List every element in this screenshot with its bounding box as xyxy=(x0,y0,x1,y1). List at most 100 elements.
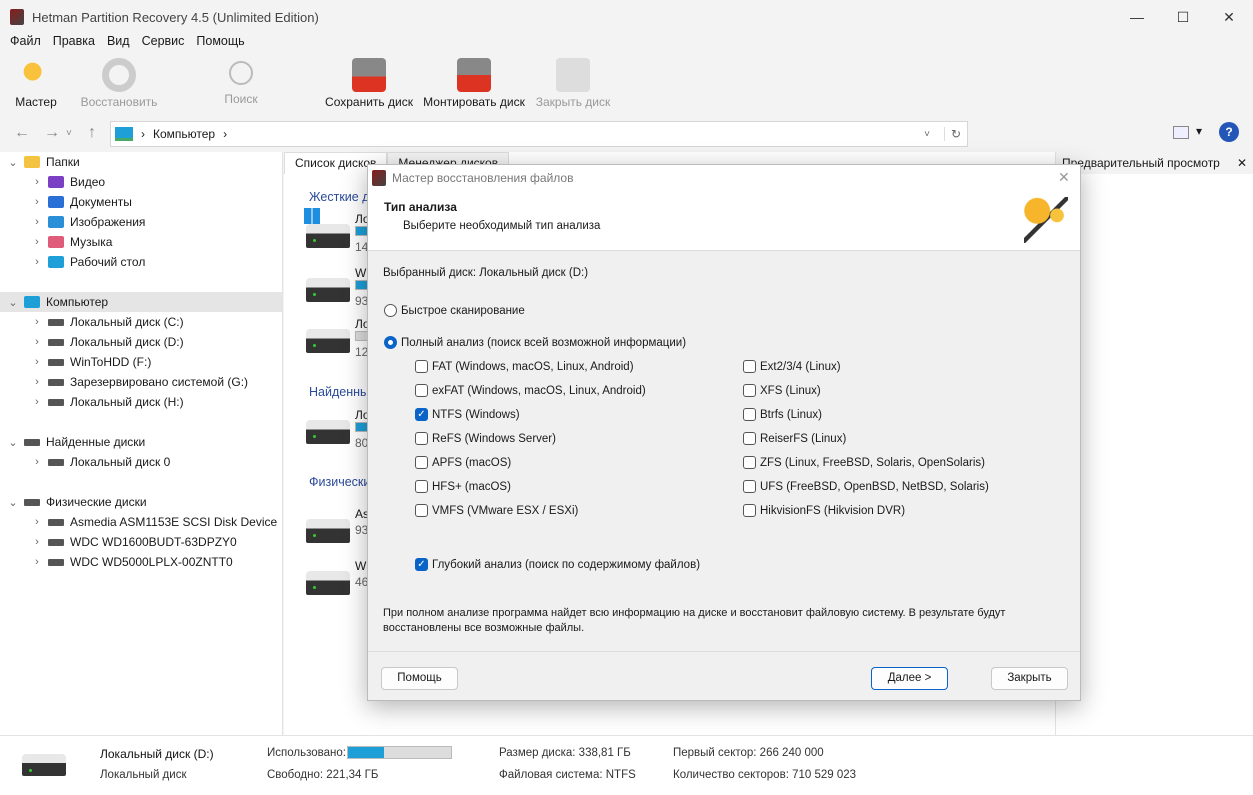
mount-disk-button[interactable]: Монтировать диск xyxy=(420,55,528,113)
filesystem-label: ZFS (Linux, FreeBSD, Solaris, OpenSolari… xyxy=(760,456,985,469)
chevron-right-icon[interactable]: › xyxy=(32,516,42,528)
tree-item-label: Локальный диск (C:) xyxy=(70,315,184,329)
next-button[interactable]: Далее > xyxy=(871,667,948,690)
filesystem-checkbox[interactable]: HFS+ (macOS) xyxy=(415,480,511,493)
chevron-right-icon[interactable]: › xyxy=(32,376,42,388)
minimize-button[interactable]: — xyxy=(1114,4,1160,30)
window-title: Hetman Partition Recovery 4.5 (Unlimited… xyxy=(32,10,319,25)
status-disk-type: Локальный диск xyxy=(100,769,187,781)
tree-item[interactable]: › Asmedia ASM1153E SCSI Disk Device xyxy=(0,512,283,532)
tree-item[interactable]: › Музыка xyxy=(0,232,283,252)
up-button[interactable]: ↑ xyxy=(88,124,96,142)
help-icon[interactable]: ? xyxy=(1219,122,1239,142)
help-button[interactable]: Помощь xyxy=(381,667,458,690)
history-dropdown[interactable]: ˅ xyxy=(66,128,72,139)
menu-help[interactable]: Помощь xyxy=(196,34,244,52)
view-mode-icon[interactable] xyxy=(1173,126,1189,139)
chevron-right-icon[interactable]: › xyxy=(32,536,42,548)
filesystem-checkbox[interactable]: Btrfs (Linux) xyxy=(743,408,822,421)
close-dialog-button[interactable]: Закрыть xyxy=(991,667,1068,690)
hdd-icon xyxy=(306,278,350,302)
tree-item[interactable]: › WDC WD5000LPLX-00ZNTT0 xyxy=(0,552,283,572)
deep-analysis-checkbox[interactable]: ✓ Глубокий анализ (поиск по содержимому ф… xyxy=(415,558,700,571)
tree-item[interactable]: › Локальный диск 0 xyxy=(0,452,283,472)
tree-group-physical[interactable]: ⌄ Физические диски xyxy=(0,492,283,512)
save-disk-button[interactable]: Сохранить диск xyxy=(322,55,416,113)
menu-view[interactable]: Вид xyxy=(107,34,130,52)
tree-item[interactable]: › WDC WD1600BUDT-63DPZY0 xyxy=(0,532,283,552)
view-mode-dropdown[interactable]: ▾ xyxy=(1196,124,1202,138)
disk-size: Размер диска: 338,81 ГБ xyxy=(499,747,631,759)
chevron-down-icon[interactable]: ⌄ xyxy=(8,296,18,309)
tree-item-label: Локальный диск (D:) xyxy=(70,335,184,349)
tree-item[interactable]: › Изображения xyxy=(0,212,283,232)
restore-button[interactable]: Восстановить xyxy=(78,55,160,113)
filesystem-checkbox[interactable]: HikvisionFS (Hikvision DVR) xyxy=(743,504,905,517)
filesystem-checkbox[interactable]: exFAT (Windows, macOS, Linux, Android) xyxy=(415,384,646,397)
chevron-right-icon[interactable]: › xyxy=(32,316,42,328)
quick-scan-radio[interactable]: Быстрое сканирование xyxy=(384,304,525,317)
search-button[interactable]: Поиск xyxy=(216,55,266,113)
chevron-right-icon[interactable]: › xyxy=(32,356,42,368)
tree-item[interactable]: › Рабочий стол xyxy=(0,252,283,272)
tree-item-label: WinToHDD (F:) xyxy=(70,355,152,369)
tree-group-computer[interactable]: ⌄ Компьютер xyxy=(0,292,283,312)
chevron-right-icon[interactable]: › xyxy=(32,176,42,188)
drive-icon xyxy=(48,398,64,406)
breadcrumb-computer[interactable]: Компьютер xyxy=(153,127,215,141)
maximize-button[interactable]: ☐ xyxy=(1160,4,1206,30)
address-dropdown[interactable]: ˅ xyxy=(918,129,936,140)
full-analysis-radio[interactable]: Полный анализ (поиск всей возможной инфо… xyxy=(384,336,686,349)
tree-group-folders[interactable]: ⌄ Папки xyxy=(0,152,283,172)
wizard-button[interactable]: Мастер xyxy=(10,55,62,113)
filesystem-checkbox[interactable]: FAT (Windows, macOS, Linux, Android) xyxy=(415,360,634,373)
filesystem-checkbox[interactable]: ZFS (Linux, FreeBSD, Solaris, OpenSolari… xyxy=(743,456,985,469)
filesystem-checkbox[interactable]: VMFS (VMware ESX / ESXi) xyxy=(415,504,578,517)
chevron-right-icon[interactable]: › xyxy=(32,256,42,268)
dialog-close-button[interactable]: ✕ xyxy=(1058,169,1070,186)
filesystem-checkbox[interactable]: Ext2/3/4 (Linux) xyxy=(743,360,841,373)
forward-button[interactable]: → xyxy=(44,124,60,142)
tree-item[interactable]: › WinToHDD (F:) xyxy=(0,352,283,372)
filesystem-checkbox[interactable]: XFS (Linux) xyxy=(743,384,821,397)
chevron-down-icon[interactable]: ⌄ xyxy=(8,496,18,509)
tree-item[interactable]: › Локальный диск (H:) xyxy=(0,392,283,412)
menu-service[interactable]: Сервис xyxy=(142,34,185,52)
filesystem-checkbox[interactable]: ReiserFS (Linux) xyxy=(743,432,846,445)
tree-item[interactable]: › Локальный диск (D:) xyxy=(0,332,283,352)
chevron-right-icon[interactable]: › xyxy=(32,196,42,208)
menu-bar: Файл Правка Вид Сервис Помощь xyxy=(0,34,245,52)
tree-item[interactable]: › Локальный диск (C:) xyxy=(0,312,283,332)
filesystem-checkbox[interactable]: UFS (FreeBSD, OpenBSD, NetBSD, Solaris) xyxy=(743,480,989,493)
first-sector: Первый сектор: 266 240 000 xyxy=(673,747,824,759)
chevron-right-icon[interactable]: › xyxy=(32,336,42,348)
status-bar: Локальный диск (D:) Локальный диск Испол… xyxy=(0,735,1253,795)
chevron-down-icon[interactable]: ⌄ xyxy=(8,436,18,449)
tree-item[interactable]: › Документы xyxy=(0,192,283,212)
dialog-title: Мастер восстановления файлов xyxy=(392,171,574,185)
chevron-down-icon[interactable]: ⌄ xyxy=(8,156,18,169)
tree-item[interactable]: › Зарезервировано системой (G:) xyxy=(0,372,283,392)
restore-label: Восстановить xyxy=(80,95,158,109)
close-disk-button[interactable]: Закрыть диск xyxy=(534,55,612,113)
chevron-right-icon[interactable]: › xyxy=(32,456,42,468)
address-input[interactable]: › Компьютер › ˅ ↻ xyxy=(110,121,968,147)
back-button[interactable]: ← xyxy=(14,124,30,142)
chevron-right-icon[interactable]: › xyxy=(32,396,42,408)
chevron-right-icon[interactable]: › xyxy=(32,236,42,248)
folder-icon xyxy=(48,196,64,208)
close-button[interactable]: ✕ xyxy=(1206,4,1252,30)
tree-item[interactable]: › Видео xyxy=(0,172,283,192)
filesystem-checkbox[interactable]: APFS (macOS) xyxy=(415,456,511,469)
menu-file[interactable]: Файл xyxy=(10,34,41,52)
chevron-right-icon[interactable]: › xyxy=(32,216,42,228)
menu-edit[interactable]: Правка xyxy=(53,34,95,52)
analysis-description: При полном анализе программа найдет всю … xyxy=(383,607,1006,634)
filesystem-checkbox[interactable]: ReFS (Windows Server) xyxy=(415,432,556,445)
preview-close-button[interactable]: ✕ xyxy=(1237,156,1247,170)
chevron-right-icon[interactable]: › xyxy=(32,556,42,568)
refresh-button[interactable]: ↻ xyxy=(943,127,967,141)
filesystem-checkbox[interactable]: ✓ NTFS (Windows) xyxy=(415,408,520,421)
filesystem-label: UFS (FreeBSD, OpenBSD, NetBSD, Solaris) xyxy=(760,480,989,493)
tree-group-found[interactable]: ⌄ Найденные диски xyxy=(0,432,283,452)
